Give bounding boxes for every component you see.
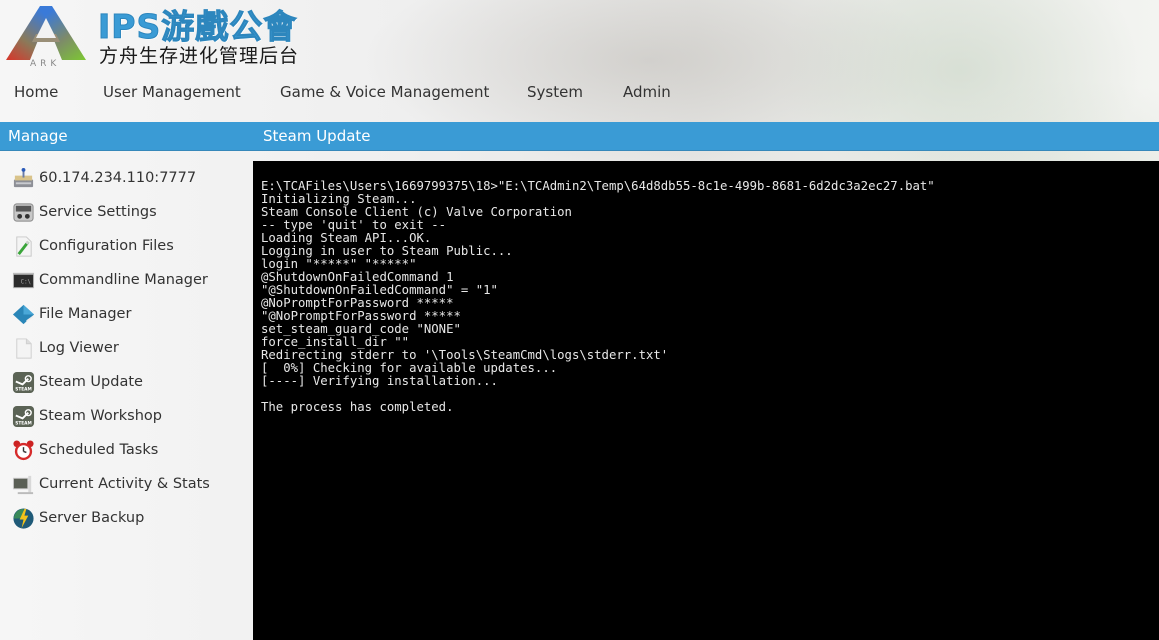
svg-text:C:\: C:\ [21,279,32,285]
sidebar-item-commandline-manager[interactable]: C:\ Commandline Manager [12,267,208,293]
svg-text:ARK: ARK [30,59,60,68]
console-line: [ 0%] Checking for available updates... [261,361,558,375]
brand-subtitle: 方舟生存进化管理后台 [99,45,300,67]
console-line: E:\TCAFiles\Users\1669799375\18>"E:\TCAd… [261,179,935,193]
sidebar-item-server-backup[interactable]: Server Backup [12,505,144,531]
console-line: [----] Verifying installation... [261,374,498,388]
console-line: "@ShutdownOnFailedCommand" = "1" [261,283,498,297]
document-icon [16,337,32,359]
sidebar-item-current-activity-stats[interactable]: Current Activity & Stats [12,471,210,497]
sidebar-heading: Manage [8,127,68,145]
site-logo[interactable]: ARK IPS游戲公會 方舟生存进化管理后台 [0,0,320,72]
console-line: Initializing Steam... [261,192,417,206]
console-text: E:\TCAFiles\Users\1669799375\18>"E:\TCAd… [261,180,935,414]
server-icon [13,167,34,187]
monitor-icon [12,475,34,494]
nav-user-management[interactable]: User Management [103,83,241,101]
nav-game-voice-management[interactable]: Game & Voice Management [280,83,489,101]
nav-admin[interactable]: Admin [623,83,671,101]
console-line: Steam Console Client (c) Valve Corporati… [261,205,572,219]
nav-home[interactable]: Home [14,83,58,101]
console-line: set_steam_guard_code "NONE" [261,322,461,336]
console-line: Loading Steam API...OK. [261,231,432,245]
section-bar: Manage Steam Update [0,122,1159,151]
console-line: Logging in user to Steam Public... [261,244,513,258]
page-title: Steam Update [263,127,371,145]
sidebar-item-steam-update[interactable]: STEAM Steam Update [12,369,143,395]
console-line: force_install_dir "" [261,335,410,349]
console-output: E:\TCAFiles\Users\1669799375\18>"E:\TCAd… [253,161,1159,640]
console-line: @NoPromptForPassword ***** [261,296,454,310]
console-line: @ShutdownOnFailedCommand 1 [261,270,454,284]
sidebar-item-log-viewer[interactable]: Log Viewer [12,335,119,361]
sidebar-item-configuration-files[interactable]: Configuration Files [12,233,174,259]
console-line: The process has completed. [261,400,454,414]
svg-text:STEAM: STEAM [15,420,32,426]
backup-bolt-icon [13,507,34,529]
alarm-clock-icon [13,439,34,460]
sidebar-item-steam-workshop[interactable]: STEAM Steam Workshop [12,403,162,429]
steam-icon: STEAM [12,405,35,427]
steam-icon: STEAM [12,371,35,393]
settings-panel-icon [13,202,34,222]
sidebar-item-service-settings[interactable]: Service Settings [12,199,157,225]
console-line: -- type 'quit' to exit -- [261,218,447,232]
sidebar-item-file-manager[interactable]: File Manager [12,301,131,327]
console-line: "@NoPromptForPassword ***** [261,309,461,323]
nav-system[interactable]: System [527,83,583,101]
sidebar-item-server[interactable]: 60.174.234.110:7777 [12,165,196,191]
svg-text:STEAM: STEAM [15,386,32,392]
terminal-icon: C:\ [12,272,35,288]
console-line: login "*****" "*****" [261,257,417,271]
folder-diamond-icon [12,304,35,324]
sidebar-item-scheduled-tasks[interactable]: Scheduled Tasks [12,437,158,463]
ark-logo-icon: ARK [6,6,86,68]
console-line: Redirecting stderr to '\Tools\SteamCmd\l… [261,348,669,362]
edit-file-icon [16,235,32,257]
